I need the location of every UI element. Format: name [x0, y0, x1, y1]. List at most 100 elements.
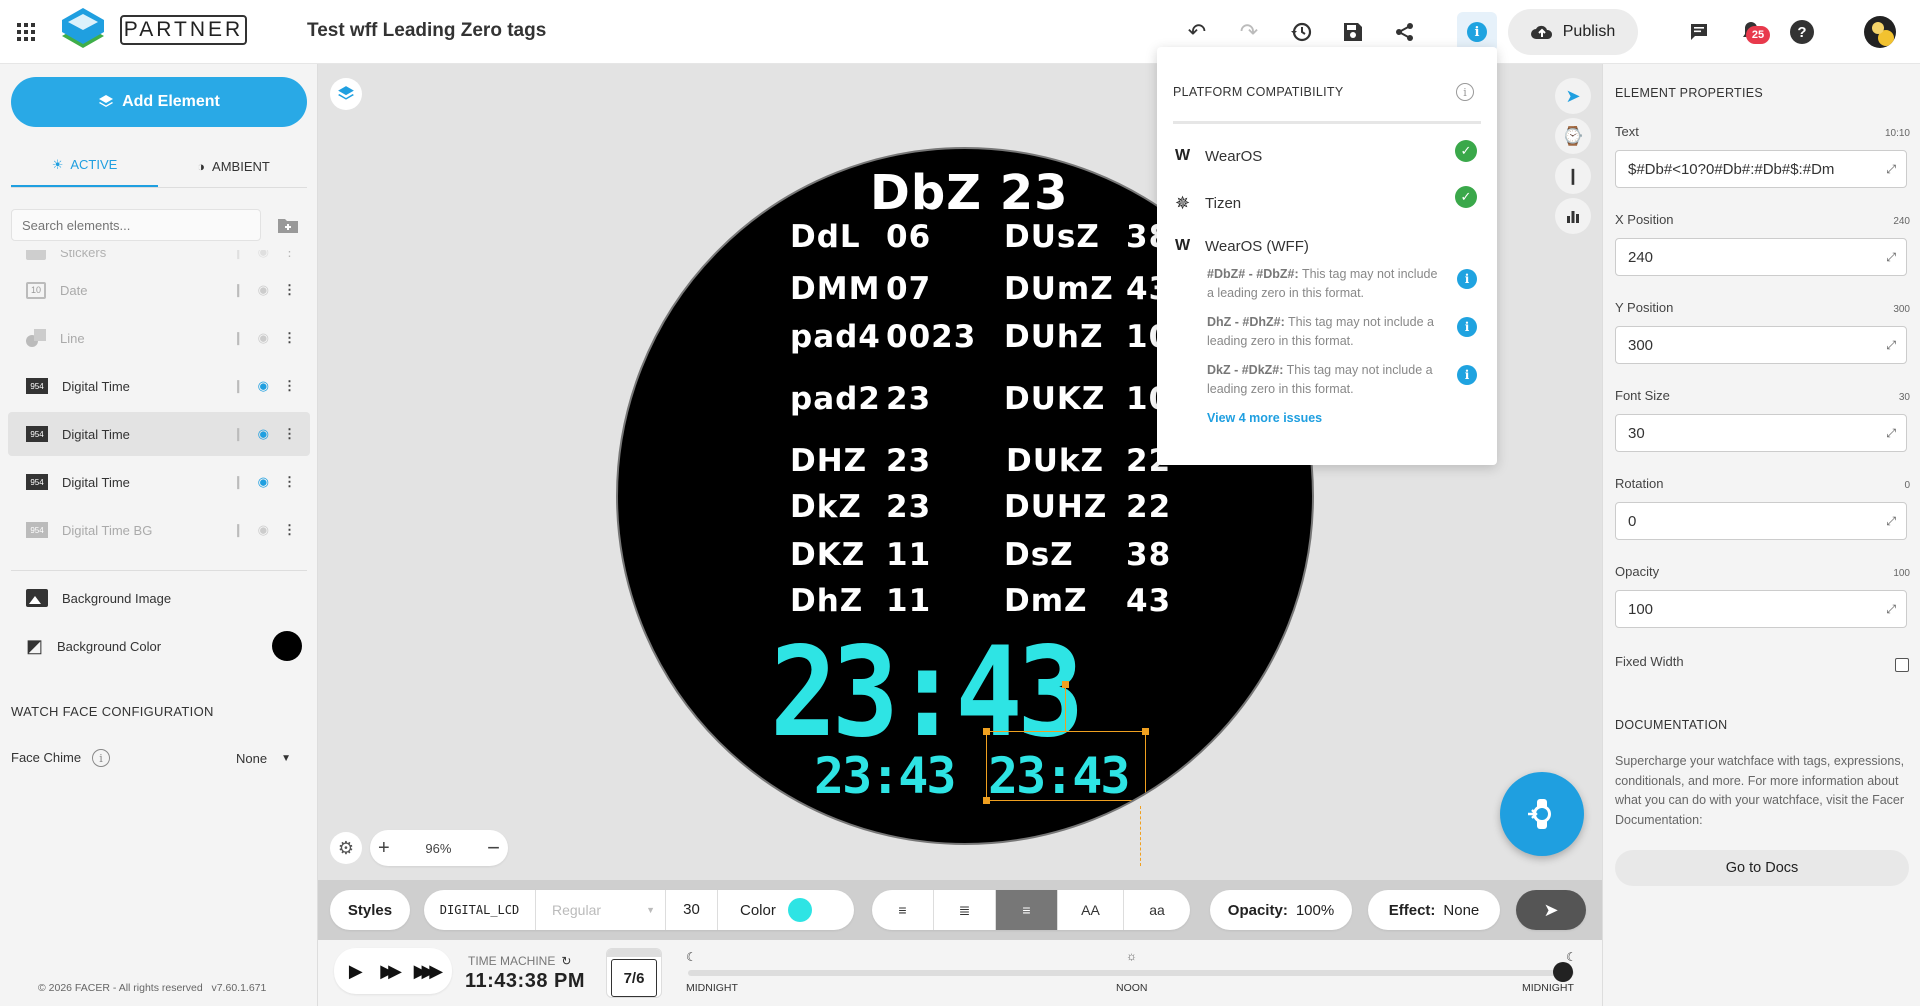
align-right-button[interactable]: ≡ — [996, 890, 1058, 930]
undo-icon[interactable]: ↶ — [1182, 18, 1212, 46]
more-vert-icon[interactable]: ⋮ — [283, 250, 296, 260]
save-icon[interactable] — [1338, 18, 1368, 46]
eye-icon[interactable]: ◉ — [258, 330, 269, 346]
list-item[interactable]: 954 Digital Time ❙ ◉ ⋮ — [8, 364, 310, 408]
tag-label[interactable]: DkZ — [790, 489, 862, 525]
more-vert-icon[interactable]: ⋮ — [283, 282, 296, 298]
tag-value[interactable]: 23 — [886, 443, 931, 479]
font-weight-select[interactable]: Regular ▼ — [536, 890, 666, 930]
help-icon[interactable]: ? — [1790, 20, 1814, 44]
font-size-field[interactable]: 30 ⤢ — [1615, 414, 1907, 452]
project-title[interactable]: Test wff Leading Zero tags — [307, 20, 546, 42]
face-chime-info-icon[interactable]: i — [92, 749, 110, 767]
tag-value[interactable]: 23 — [886, 381, 931, 417]
list-item-selected[interactable]: 954 Digital Time ❙ ◉ ⋮ — [8, 412, 310, 456]
bar-chart-icon[interactable] — [1555, 198, 1591, 234]
effect-control[interactable]: Effect: None — [1368, 890, 1500, 930]
color-picker[interactable]: Color — [718, 898, 812, 922]
reset-icon[interactable]: ↻ — [561, 954, 571, 968]
small-digital-time[interactable]: 23:43 — [814, 751, 957, 801]
layers-toggle-button[interactable] — [330, 78, 362, 110]
brush-icon[interactable]: ❙ — [233, 474, 244, 490]
tag-label[interactable]: DdL — [790, 219, 861, 255]
more-vert-icon[interactable]: ⋮ — [283, 330, 296, 346]
brush-icon[interactable]: ❙ — [233, 282, 244, 298]
tag-value[interactable]: 11 — [886, 583, 931, 619]
uppercase-button[interactable]: AA — [1058, 890, 1124, 930]
eye-icon[interactable]: ◉ — [258, 426, 269, 442]
tag-value[interactable]: 43 — [1126, 583, 1171, 619]
selection-handle[interactable] — [983, 797, 990, 804]
tag-value[interactable]: 0023 — [886, 319, 976, 355]
background-color-item[interactable]: ◩ Background Color — [8, 624, 310, 668]
list-item[interactable]: 10 Date ❙ ◉ ⋮ — [8, 268, 310, 312]
tag-label[interactable]: DUKZ — [1004, 381, 1105, 417]
lowercase-button[interactable]: aa — [1124, 890, 1190, 930]
watch-title-text[interactable]: DbZ 23 — [870, 165, 1069, 221]
faster-forward-icon[interactable]: ▶▶▶ — [414, 961, 443, 982]
brush-icon[interactable]: ❙ — [233, 250, 244, 260]
tab-active[interactable]: ☀ ACTIVE — [11, 144, 158, 188]
brush-icon[interactable]: ❙ — [233, 330, 244, 346]
tag-label[interactable]: DUmZ — [1004, 271, 1114, 307]
tag-label[interactable]: DmZ — [1004, 583, 1088, 619]
eye-icon[interactable]: ◉ — [258, 522, 269, 538]
tag-label[interactable]: DUkZ — [1006, 443, 1104, 479]
brush-icon[interactable]: ❙ — [233, 378, 244, 394]
search-elements-input[interactable] — [11, 209, 261, 241]
more-vert-icon[interactable]: ⋮ — [283, 522, 296, 538]
tag-value[interactable]: 38 — [1126, 537, 1171, 573]
font-size-input[interactable]: 30 — [666, 890, 718, 930]
compat-info-icon[interactable]: i — [1456, 83, 1474, 101]
tag-value[interactable]: 07 — [886, 271, 931, 307]
tag-label[interactable]: DKZ — [790, 537, 865, 573]
apps-grid-icon[interactable] — [14, 20, 38, 44]
info-icon[interactable]: i — [1457, 269, 1477, 289]
eye-icon[interactable]: ◉ — [258, 282, 269, 298]
align-left-button[interactable]: ≡ — [872, 890, 934, 930]
eye-icon[interactable]: ◉ — [258, 250, 269, 260]
eye-icon[interactable]: ◉ — [258, 378, 269, 394]
watch-icon[interactable]: ⌚ — [1555, 118, 1591, 154]
align-center-button[interactable]: ≣ — [934, 890, 996, 930]
toolbar-rocket-button[interactable]: ➤ — [1516, 890, 1586, 930]
facer-logo[interactable] — [60, 6, 108, 54]
brush-icon[interactable]: ❙ — [233, 426, 244, 442]
tag-label[interactable]: DUsZ — [1004, 219, 1100, 255]
share-icon[interactable] — [1390, 18, 1420, 46]
list-item[interactable]: Line ❙ ◉ ⋮ — [8, 316, 310, 360]
background-image-item[interactable]: Background Image — [8, 576, 310, 620]
comments-icon[interactable] — [1684, 18, 1714, 46]
publish-button[interactable]: Publish — [1508, 9, 1638, 55]
tag-label[interactable]: DsZ — [1004, 537, 1074, 573]
add-element-button[interactable]: Add Element — [11, 77, 307, 127]
fast-forward-icon[interactable]: ▶▶ — [380, 961, 402, 982]
tag-label[interactable]: DhZ — [790, 583, 863, 619]
watch-preview-fab[interactable] — [1500, 772, 1584, 856]
list-item[interactable]: 954 Digital Time ❙ ◉ ⋮ — [8, 460, 310, 504]
tag-value[interactable]: 23 — [886, 489, 931, 525]
date-picker[interactable]: 7/6 — [606, 948, 662, 998]
eye-icon[interactable]: ◉ — [258, 474, 269, 490]
more-vert-icon[interactable]: ⋮ — [283, 426, 296, 442]
preview-rocket-button[interactable]: ➤ — [1555, 78, 1591, 114]
time-slider-thumb[interactable] — [1553, 962, 1574, 982]
play-icon[interactable]: ▶ — [349, 961, 363, 982]
user-avatar[interactable] — [1864, 16, 1896, 48]
selection-handle[interactable] — [1142, 728, 1149, 735]
rotation-field[interactable]: 0 ⤢ — [1615, 502, 1907, 540]
tag-label[interactable]: pad4 — [790, 319, 881, 355]
zoom-out-button[interactable]: − — [487, 835, 500, 861]
selection-handle[interactable] — [983, 728, 990, 735]
tag-value[interactable]: 22 — [1126, 489, 1171, 525]
tag-label[interactable]: DMM — [790, 271, 880, 307]
zoom-in-button[interactable]: + — [378, 837, 390, 860]
canvas-settings-icon[interactable]: ⚙ — [330, 832, 362, 864]
tag-value[interactable]: 11 — [886, 537, 931, 573]
compatibility-info-button[interactable]: i — [1457, 12, 1497, 52]
font-family-select[interactable]: DIGITAL_LCD — [424, 890, 536, 930]
tag-label[interactable]: DUhZ — [1004, 319, 1103, 355]
text-field[interactable]: $#Db#<10?0#Db#:#Db#$:#Dm ⤢ — [1615, 150, 1907, 188]
selection-handle[interactable] — [1142, 797, 1149, 804]
list-item[interactable]: 954 Digital Time BG ❙ ◉ ⋮ — [8, 508, 310, 552]
